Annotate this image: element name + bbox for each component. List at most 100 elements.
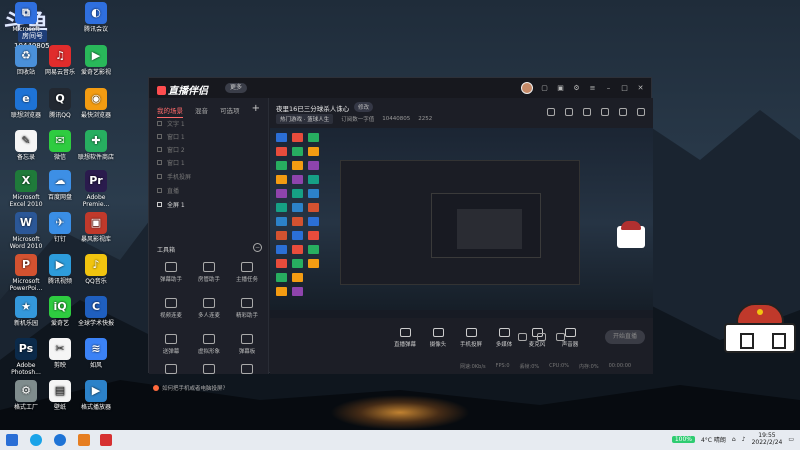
desktop-icon[interactable]: iQ 爱奇艺 bbox=[40, 296, 80, 327]
live-danmu-button[interactable]: 直播弹幕 bbox=[388, 328, 422, 348]
gift-icon[interactable]: ▣ bbox=[556, 84, 565, 92]
start-live-button[interactable]: 开始直播 bbox=[605, 330, 645, 344]
app-badge[interactable]: 更多 bbox=[225, 83, 248, 93]
desktop-icon[interactable]: ▤ 壁纸 bbox=[40, 380, 80, 411]
preview-mascot bbox=[617, 221, 645, 248]
minimize-icon[interactable]: – bbox=[604, 84, 613, 92]
tool-video-link[interactable]: 视频连麦 bbox=[153, 298, 189, 319]
nested-preview-window bbox=[340, 160, 580, 285]
preview-app-icon bbox=[292, 231, 303, 240]
visibility-icon[interactable] bbox=[157, 121, 162, 126]
media-button[interactable]: 多媒体 bbox=[487, 328, 521, 348]
menu-icon[interactable]: ≡ bbox=[588, 84, 597, 92]
scene-item[interactable]: 窗口 2 bbox=[157, 145, 185, 154]
tool-download[interactable] bbox=[229, 364, 265, 377]
edit-title-button[interactable]: 修改 bbox=[354, 102, 374, 112]
desktop-icon[interactable]: ✚ 联想软件商店 bbox=[76, 130, 116, 161]
window-icon[interactable] bbox=[601, 108, 609, 116]
visibility-icon[interactable] bbox=[157, 202, 162, 207]
browser-icon[interactable] bbox=[54, 434, 66, 446]
volume-icon[interactable]: ♪ bbox=[742, 436, 746, 443]
eye-icon[interactable] bbox=[537, 333, 546, 341]
tool-highlights[interactable]: 精彩助手 bbox=[229, 298, 265, 319]
add-scene-button[interactable]: + bbox=[252, 103, 260, 114]
network-icon[interactable]: ⌂ bbox=[732, 436, 736, 443]
gear-icon[interactable] bbox=[556, 333, 565, 341]
desktop-icon[interactable]: Pr Adobe Premie... bbox=[76, 170, 116, 208]
record-icon[interactable] bbox=[518, 333, 527, 341]
scene-item[interactable]: 窗口 1 bbox=[157, 158, 185, 167]
desktop-icon[interactable]: ♪ QQ音乐 bbox=[76, 254, 116, 285]
visibility-icon[interactable] bbox=[157, 188, 162, 193]
desktop-icon[interactable]: ⧉ Microsoft bbox=[6, 2, 46, 33]
desktop-icon[interactable]: ▶ 腾讯视频 bbox=[40, 254, 80, 285]
preview-app-icon bbox=[308, 133, 319, 142]
tab-options[interactable]: 可选项 bbox=[220, 105, 240, 118]
camera-button[interactable]: 摄像头 bbox=[421, 328, 455, 348]
start-icon[interactable] bbox=[6, 434, 18, 446]
weather[interactable]: 4°C 晴朗 bbox=[701, 435, 726, 444]
settings-icon[interactable]: ⚙ bbox=[572, 84, 581, 92]
scene-item[interactable]: 文字 1 bbox=[157, 119, 185, 128]
bell-icon[interactable] bbox=[619, 108, 627, 116]
desktop-icon[interactable]: C 全球学术快报 bbox=[76, 296, 116, 327]
preview-app-icon bbox=[276, 133, 287, 142]
scene-item-active[interactable]: 全屏 1 bbox=[157, 200, 185, 209]
screenshot-icon[interactable] bbox=[547, 108, 555, 116]
visibility-icon[interactable] bbox=[157, 134, 162, 139]
scene-item[interactable]: 窗口 1 bbox=[157, 132, 185, 141]
app-logo: 直播伴侣 bbox=[157, 82, 208, 97]
desktop-icon[interactable]: ▣ 暴风影视库 bbox=[76, 212, 116, 243]
live-app-icon[interactable] bbox=[100, 434, 112, 446]
visibility-icon[interactable] bbox=[157, 147, 162, 152]
battery-indicator[interactable]: 100% bbox=[671, 435, 695, 443]
phone-cast-button[interactable]: 手机投屏 bbox=[454, 328, 488, 348]
tool-more[interactable] bbox=[153, 364, 189, 377]
app-icon: P bbox=[15, 254, 37, 276]
edge-icon[interactable] bbox=[30, 434, 42, 446]
desktop-icon[interactable]: Q 腾讯QQ bbox=[40, 88, 80, 119]
desktop-icon-label: 爱奇艺影视 bbox=[80, 69, 111, 76]
tool-danmu-board[interactable]: 弹幕板 bbox=[229, 334, 265, 355]
desktop-icon[interactable]: ◐ 腾讯会议 bbox=[76, 2, 116, 33]
tool-gift[interactable] bbox=[191, 364, 227, 377]
preview-app-icon bbox=[308, 161, 319, 170]
clock-date: 2022/2/24 bbox=[751, 439, 783, 446]
toolbox-settings-icon[interactable]: − bbox=[253, 243, 262, 252]
avatar[interactable] bbox=[521, 82, 533, 94]
cast-hint-link[interactable]: 如何把手机或者电脑投屏？ bbox=[153, 384, 228, 392]
desktop-icon[interactable]: ☁ 百度网盘 bbox=[40, 170, 80, 201]
tool-streamer-tasks[interactable]: 主播任务 bbox=[229, 262, 265, 283]
notification-icon[interactable]: ▭ bbox=[788, 436, 794, 443]
tool-multi-link[interactable]: 多人连麦 bbox=[191, 298, 227, 319]
tool-send-danmu[interactable]: 送弹幕 bbox=[153, 334, 189, 355]
tool-danmu-assistant[interactable]: 弹幕助手 bbox=[153, 262, 189, 283]
desktop-icon[interactable]: ✂ 剪映 bbox=[40, 338, 80, 369]
maximize-icon[interactable]: □ bbox=[620, 84, 629, 92]
tab-scenes[interactable]: 我的场景 bbox=[157, 105, 183, 118]
visibility-icon[interactable] bbox=[157, 174, 162, 179]
scene-item[interactable]: 直播 bbox=[157, 186, 179, 195]
app-icon: X bbox=[15, 170, 37, 192]
desktop-icon[interactable]: ✈ 钉钉 bbox=[40, 212, 80, 243]
tool-avatar[interactable]: 虚拟形象 bbox=[191, 334, 227, 355]
desktop-icon[interactable]: ✉ 微信 bbox=[40, 130, 80, 161]
category-tag[interactable]: 热门游戏 · 篮球人生 bbox=[276, 114, 334, 124]
desktop-icon[interactable]: ◉ 最快浏览器 bbox=[76, 88, 116, 119]
desktop-icon[interactable]: ▶ 格式播放器 bbox=[76, 380, 116, 411]
lock-icon[interactable] bbox=[565, 108, 573, 116]
tool-room-admin[interactable]: 房管助手 bbox=[191, 262, 227, 283]
desktop-icon[interactable]: ▶ 爱奇艺影视 bbox=[76, 45, 116, 76]
visibility-icon[interactable] bbox=[157, 160, 162, 165]
scene-item[interactable]: 手机投屏 bbox=[157, 172, 191, 181]
close-icon[interactable]: ✕ bbox=[636, 84, 645, 92]
folder-icon[interactable] bbox=[78, 434, 90, 446]
share-icon[interactable] bbox=[637, 108, 645, 116]
desktop-icon[interactable]: ≋ 如风 bbox=[76, 338, 116, 369]
stream-preview[interactable] bbox=[270, 128, 653, 318]
clock[interactable]: 19:55 2022/2/24 bbox=[752, 432, 783, 446]
layout-icon[interactable] bbox=[583, 108, 591, 116]
message-icon[interactable]: ▢ bbox=[540, 84, 549, 92]
tab-mixer[interactable]: 混音 bbox=[195, 105, 208, 118]
desktop-icon[interactable]: ♫ 网易云音乐 bbox=[40, 45, 80, 76]
